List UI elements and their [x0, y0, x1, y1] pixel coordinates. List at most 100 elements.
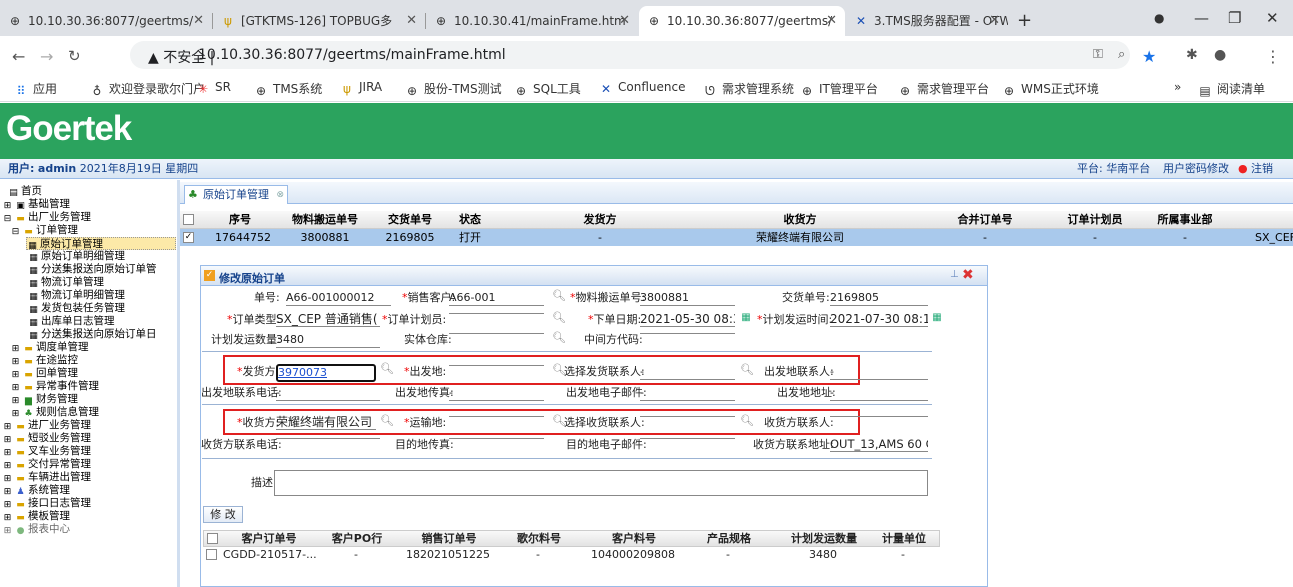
tree-item[interactable]: ▤ 首页 [8, 185, 42, 198]
calendar-icon[interactable]: ▦ [740, 312, 752, 324]
tree-item[interactable]: ⊞ ▬ 异常事件管理 [10, 380, 99, 393]
search-icon[interactable]: 🔍︎ [380, 414, 394, 427]
bookmark-apps[interactable]: ⠿ 应用 [14, 80, 57, 98]
back-icon[interactable]: ← [12, 47, 25, 66]
close-icon[interactable]: ✕ [989, 6, 1000, 36]
col-header[interactable]: 订单计划员 [1060, 211, 1130, 229]
search-icon[interactable]: 🔍︎ [740, 414, 754, 427]
zoom-icon[interactable]: ⌕ [1118, 47, 1125, 62]
search-icon[interactable]: 🔍︎ [552, 289, 566, 302]
profile-icon[interactable]: ● [1214, 47, 1226, 63]
plan-ship-field[interactable]: 2021-07-30 08:18 [830, 312, 928, 327]
tree-item[interactable]: ⊞ ▬ 交付异常管理 [2, 458, 91, 471]
extensions-icon[interactable]: ✱ [1186, 47, 1198, 63]
bookmark-item[interactable]: ♁ 欢迎登录歌尔门户 [90, 80, 205, 98]
col-header[interactable]: 客户料号 [589, 531, 679, 546]
order-no-field[interactable]: A66-001000012 [286, 291, 391, 306]
table-row[interactable]: ✓ 17644752 3800881 2169805 打开 - 荣耀终端有限公司… [180, 229, 1293, 246]
browser-tab[interactable]: ⊕ 10.10.30.36:8077/geertms/✕ [0, 6, 212, 36]
browser-tab[interactable]: ψ [GTKTMS-126] TOPBUG多 ✕ [213, 6, 425, 36]
col-header[interactable]: 所属事业部 [1150, 211, 1220, 229]
col-header[interactable]: 序号 [220, 211, 260, 229]
close-icon[interactable]: ✕ [193, 6, 204, 36]
bookmark-item[interactable]: ᘎ 需求管理系统 [703, 80, 794, 98]
search-icon[interactable]: 🔍︎ [552, 311, 566, 324]
close-icon[interactable]: ✕ [406, 6, 417, 36]
recv-contact-select[interactable] [640, 416, 735, 417]
more-bookmarks[interactable]: » [1174, 80, 1181, 94]
dest-email-field[interactable] [640, 438, 735, 439]
origin-email-field[interactable]: - [640, 386, 735, 401]
row-checkbox[interactable] [206, 549, 217, 560]
menu-icon[interactable]: ⋮ [1265, 47, 1281, 66]
tree-item[interactable]: ⊞ ▬ 接口日志管理 [2, 497, 91, 510]
change-password-link[interactable]: 用户密码修改 [1163, 159, 1229, 179]
recv-address-field[interactable]: OUT_13,AMS 60 C [830, 437, 928, 452]
col-header[interactable]: 客户订单号 [224, 531, 314, 546]
minimize-button[interactable]: — [1194, 0, 1209, 36]
maximize-button[interactable]: ❐ [1228, 0, 1241, 36]
star-icon[interactable]: ★ [1142, 47, 1156, 66]
origin-address-field[interactable]: - [830, 386, 928, 401]
col-header[interactable]: 合并订单号 [950, 211, 1020, 229]
material-no-field[interactable]: 3800881 [640, 291, 735, 306]
tree-item[interactable]: ▦ 出库单日志管理 [28, 315, 114, 328]
dest-fax-field[interactable] [449, 438, 544, 439]
tree-item[interactable]: ▦ 物流订单管理 [28, 276, 104, 289]
col-header[interactable]: 歌尔料号 [504, 531, 574, 546]
origin-fax-field[interactable]: - [449, 386, 544, 401]
middle-code-field[interactable] [640, 333, 735, 334]
browser-tab[interactable]: ⊕ 10.10.30.41/mainFrame.htm ✕ [426, 6, 638, 36]
select-all-checkbox[interactable] [207, 533, 218, 544]
tree-item[interactable]: ⊞ ▬ 回单管理 [10, 367, 78, 380]
close-icon[interactable]: ✖ [962, 267, 974, 283]
col-header[interactable]: 交货单号 [380, 211, 440, 229]
tree-item[interactable]: ⊞ ♟ 系统管理 [2, 484, 70, 497]
tree-item[interactable]: ⊞ ▬ 在途监控 [10, 354, 78, 367]
browser-tab-active[interactable]: ⊕ 10.10.30.36:8077/geertms/✕ [639, 6, 845, 36]
bookmark-item[interactable]: ✕ Confluence [599, 80, 686, 96]
bookmark-item[interactable]: ⊕ 股份-TMS测试 [405, 80, 502, 98]
tree-item[interactable]: ▦ 物流订单明细管理 [28, 289, 125, 302]
close-icon[interactable]: ✕ [826, 6, 837, 36]
tree-item[interactable]: ⊞ ▬ 进厂业务管理 [2, 419, 91, 432]
recv-contact-field[interactable] [830, 416, 928, 417]
new-tab-button[interactable]: + [1017, 6, 1032, 36]
bookmark-item[interactable]: ⊕ 需求管理平台 [898, 80, 989, 98]
recv-phone-field[interactable] [276, 438, 380, 439]
tree-item[interactable]: ⊞ ▬ 叉车业务管理 [2, 445, 91, 458]
reload-icon[interactable]: ↻ [68, 47, 81, 65]
detail-table-row[interactable]: CGDD-210517-... - 182021051225 - 1040002… [203, 547, 940, 562]
profile-dot-icon[interactable]: ● [1154, 0, 1164, 36]
reading-list[interactable]: ▤ 阅读清单 [1198, 80, 1265, 98]
tree-item-selected[interactable]: ▦ 原始订单管理 [26, 237, 176, 251]
search-icon[interactable]: 🔍︎ [380, 362, 394, 375]
col-header[interactable]: 收货方 [760, 211, 840, 229]
tree-item[interactable]: ⊞ ▆ 财务管理 [10, 393, 78, 406]
tree-item[interactable]: ⊞ ▬ 模板管理 [2, 510, 70, 523]
col-header[interactable]: 销售订单号 [404, 531, 494, 546]
tree-item[interactable]: ▦ 分送集报送向原始订单管 [28, 263, 156, 276]
close-icon[interactable]: ⊗ [276, 186, 284, 204]
bookmark-item[interactable]: ✳ SR [196, 80, 231, 96]
warehouse-field[interactable] [449, 333, 544, 334]
pin-icon[interactable]: ⊥ [950, 269, 959, 280]
origin-contact-field[interactable]: - [830, 365, 928, 380]
tree-item[interactable]: ▦ 分送集报送向原始订单日 [28, 328, 156, 341]
search-icon[interactable]: 🔍︎ [552, 331, 566, 344]
tree-item[interactable]: ⊞ ▬ 车辆进出管理 [2, 471, 91, 484]
col-header[interactable]: 产品规格 [689, 531, 769, 546]
tree-item[interactable]: ⊞ ▬ 短驳业务管理 [2, 432, 91, 445]
bookmark-item[interactable]: ⊕ WMS正式环境 [1002, 80, 1099, 98]
col-header[interactable]: 计量单位 [874, 531, 934, 546]
tree-item[interactable]: ⊞ ● 报表中心 [2, 523, 70, 536]
col-header[interactable]: 计划发运数量 [779, 531, 869, 546]
description-textarea[interactable] [274, 470, 928, 496]
tab-original-order[interactable]: ♣ 原始订单管理 ⊗ [184, 185, 288, 204]
tree-item[interactable]: ▦ 发货包装任务管理 [28, 302, 125, 315]
browser-tab[interactable]: ✕3.TMS服务器配置 - OTW开✕ [846, 6, 1008, 36]
tree-item[interactable]: ▦ 原始订单明细管理 [28, 250, 125, 263]
col-header[interactable]: 客户PO行 [322, 531, 392, 546]
bookmark-item[interactable]: ⊕ SQL工具 [514, 80, 581, 98]
row-checkbox[interactable]: ✓ [183, 232, 194, 243]
